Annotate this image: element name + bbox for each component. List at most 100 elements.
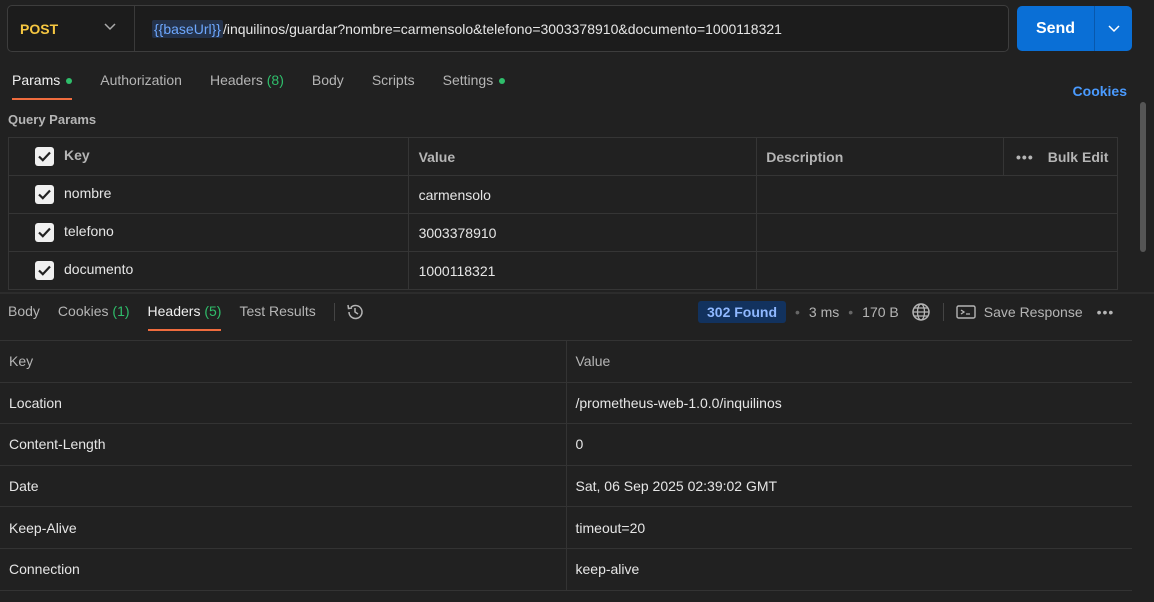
header-value: /prometheus-web-1.0.0/inquilinos (566, 381, 1132, 425)
param-value[interactable]: 3003378910 (407, 213, 758, 252)
bulk-edit-label: Bulk Edit (1047, 148, 1109, 165)
param-key: documento (64, 261, 134, 278)
request-url-bar: POST {{baseUrl}} /inquilinos/guardar?nom… (7, 5, 1009, 52)
select-all-checkbox[interactable] (35, 147, 54, 166)
response-col-value: Value (566, 340, 1132, 383)
param-description[interactable] (756, 251, 1118, 290)
param-description[interactable] (756, 213, 1118, 252)
params-scrollbar[interactable] (1140, 102, 1146, 252)
param-value[interactable]: carmensolo (407, 175, 758, 214)
status-badge[interactable]: 302 Found (698, 301, 787, 323)
tab-settings-label: Settings (442, 72, 494, 88)
query-params-table: Key Value Description ••• Bulk Edit nomb… (8, 137, 1118, 290)
method-label: POST (20, 20, 59, 37)
tab-params[interactable]: Params (12, 72, 73, 100)
param-description[interactable] (756, 175, 1118, 214)
header-key: Date (0, 464, 567, 508)
response-size[interactable]: 170 B (862, 304, 899, 320)
globe-icon[interactable] (911, 302, 931, 322)
url-input[interactable]: {{baseUrl}} /inquilinos/guardar?nombre=c… (135, 19, 782, 38)
param-key-cell[interactable]: documento (8, 251, 409, 290)
checkbox-checked-icon (38, 189, 51, 200)
response-tabs: Body Cookies (1) Headers (5) Test Result… (8, 303, 365, 331)
response-tab-cookies[interactable]: Cookies (1) (58, 303, 130, 331)
header-value: keep-alive (566, 547, 1132, 591)
send-button[interactable]: Send (1017, 6, 1095, 51)
chevron-down-icon (104, 23, 116, 31)
response-divider[interactable] (0, 292, 1154, 294)
header-value: 0 (566, 423, 1132, 466)
tab-params-label: Params (12, 72, 61, 88)
meta-separator: • (795, 304, 800, 320)
response-cookies-count: (1) (112, 303, 130, 319)
settings-active-dot (499, 78, 506, 84)
param-value[interactable]: 1000118321 (407, 251, 758, 290)
header-key: Connection (0, 547, 567, 591)
param-checkbox[interactable] (35, 185, 54, 204)
params-header-key: Key (8, 137, 409, 176)
table-row: Keep-Alive timeout=20 (0, 506, 1132, 549)
table-row: Connection keep-alive (0, 547, 1132, 591)
table-row: Location /prometheus-web-1.0.0/inquilino… (0, 381, 1132, 425)
param-key-cell[interactable]: nombre (8, 175, 409, 214)
table-row: Content-Length 0 (0, 423, 1132, 466)
tab-scripts[interactable]: Scripts (372, 72, 415, 100)
param-key: nombre (64, 185, 112, 202)
response-col-key: Key (0, 340, 567, 383)
params-col-value: Value (407, 137, 758, 176)
param-checkbox[interactable] (35, 223, 54, 242)
response-tab-test-results[interactable]: Test Results (239, 303, 315, 331)
history-icon[interactable] (345, 302, 365, 322)
method-select[interactable]: POST (8, 6, 135, 51)
param-key-cell[interactable]: telefono (8, 213, 409, 252)
response-tab-cookies-label: Cookies (57, 303, 109, 319)
request-tabs: Params Authorization Headers (8) Body Sc… (12, 72, 533, 100)
more-icon: ••• (1016, 148, 1034, 165)
table-row: nombre carmensolo (8, 175, 1118, 214)
more-options-icon[interactable]: ••• (1097, 304, 1115, 320)
checkbox-checked-icon (38, 227, 51, 238)
tab-separator (333, 303, 335, 321)
send-button-group: Send (1017, 6, 1132, 51)
tab-body[interactable]: Body (312, 72, 344, 100)
tab-headers-label: Headers (209, 72, 263, 88)
table-row: documento 1000118321 (8, 251, 1118, 290)
tab-authorization[interactable]: Authorization (100, 72, 182, 100)
save-response-button[interactable]: Save Response (956, 304, 1083, 320)
url-path: /inquilinos/guardar?nombre=carmensolo&te… (222, 20, 782, 37)
save-response-label: Save Response (983, 304, 1083, 320)
header-key: Keep-Alive (0, 506, 567, 549)
params-header-actions: ••• Bulk Edit (1003, 137, 1118, 176)
checkbox-checked-icon (38, 265, 51, 276)
response-headers-count: (5) (204, 303, 222, 319)
response-headers-header: Key Value (0, 340, 1132, 383)
tab-settings[interactable]: Settings (443, 72, 506, 100)
meta-divider (942, 303, 944, 321)
checkbox-checked-icon (38, 151, 51, 162)
table-row: Date Sat, 06 Sep 2025 02:39:02 GMT (0, 464, 1132, 508)
param-checkbox[interactable] (35, 261, 54, 280)
header-value: timeout=20 (566, 506, 1132, 549)
params-active-dot (66, 78, 73, 84)
query-params-title: Query Params (8, 112, 97, 127)
response-tab-body[interactable]: Body (8, 303, 40, 331)
chevron-down-icon (1107, 24, 1120, 32)
tab-headers[interactable]: Headers (8) (210, 72, 284, 100)
response-time[interactable]: 3 ms (809, 304, 839, 320)
tab-headers-count: (8) (266, 72, 284, 88)
meta-separator: • (848, 304, 854, 320)
save-icon (956, 305, 976, 319)
params-col-description: Description (756, 137, 1004, 176)
params-col-key: Key (64, 147, 90, 164)
header-key: Content-Length (0, 423, 567, 466)
url-variable[interactable]: {{baseUrl}} (152, 19, 223, 38)
header-key: Location (0, 381, 567, 425)
table-row: telefono 3003378910 (8, 213, 1118, 252)
header-value: Sat, 06 Sep 2025 02:39:02 GMT (566, 464, 1132, 508)
cookies-link[interactable]: Cookies (1073, 83, 1127, 99)
response-tab-headers[interactable]: Headers (5) (147, 303, 222, 331)
send-options-button[interactable] (1095, 6, 1132, 51)
response-meta: 302 Found • 3 ms • 170 B Save Response •… (698, 301, 1114, 323)
bulk-edit-button[interactable]: ••• Bulk Edit (1004, 149, 1117, 165)
param-key: telefono (64, 223, 114, 240)
